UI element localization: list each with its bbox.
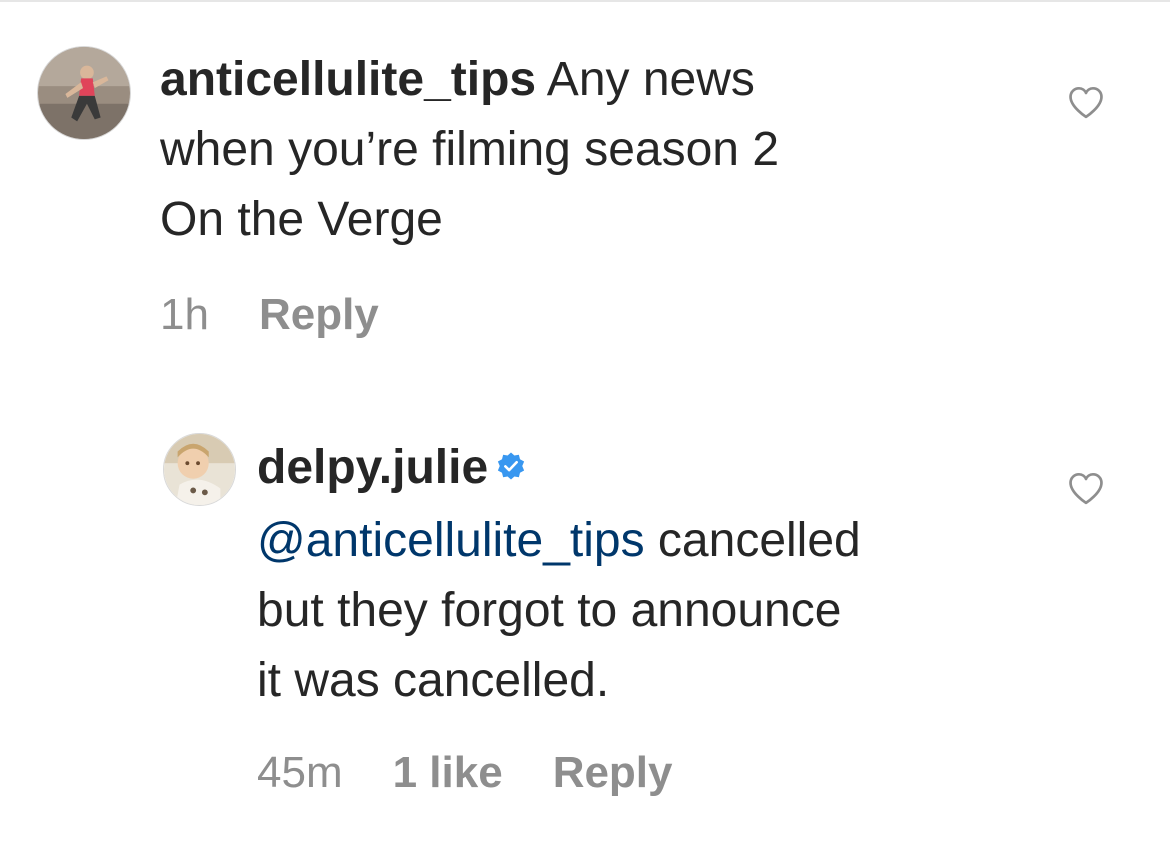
comment-text-line: cancelled	[644, 514, 861, 567]
comment-timestamp: 1h	[160, 290, 209, 339]
fitness-photo-avatar	[38, 47, 130, 139]
comment-username[interactable]: anticellulite_tips	[160, 53, 536, 106]
comment-item: delpy.julie @anticellulite_tips cancelle…	[0, 380, 1170, 853]
comment-username[interactable]: delpy.julie	[257, 441, 488, 494]
comment-text-line: but they forgot to announce	[257, 584, 842, 637]
avatar[interactable]	[37, 46, 131, 140]
heart-outline-icon[interactable]	[1067, 472, 1105, 506]
comment-text-line: when you’re filming season 2	[160, 123, 780, 176]
comment-text: anticellulite_tips Any news when you’re …	[160, 45, 1060, 255]
comment-meta: 1h Reply	[160, 290, 429, 340]
comment-item: anticellulite_tips Any news when you’re …	[0, 0, 1170, 380]
heart-outline-icon[interactable]	[1067, 86, 1105, 120]
mention-link[interactable]: @anticellulite_tips	[257, 514, 645, 567]
comment-text: @anticellulite_tips cancelled but they f…	[257, 506, 1057, 716]
comment-timestamp: 45m	[257, 748, 343, 797]
avatar[interactable]	[163, 433, 236, 506]
comment-text-line: On the Verge	[160, 193, 443, 246]
verified-badge-icon	[496, 451, 526, 481]
comment-text-line: Any news	[536, 53, 755, 106]
reply-button[interactable]: Reply	[259, 290, 379, 339]
comment-text-line: it was cancelled.	[257, 654, 610, 707]
reply-button[interactable]: Reply	[553, 748, 673, 797]
comment-header: delpy.julie	[257, 433, 526, 503]
likes-count-button[interactable]: 1 like	[393, 748, 503, 797]
child-photo-avatar	[164, 434, 235, 505]
comment-meta: 45m 1 like Reply	[257, 748, 723, 798]
